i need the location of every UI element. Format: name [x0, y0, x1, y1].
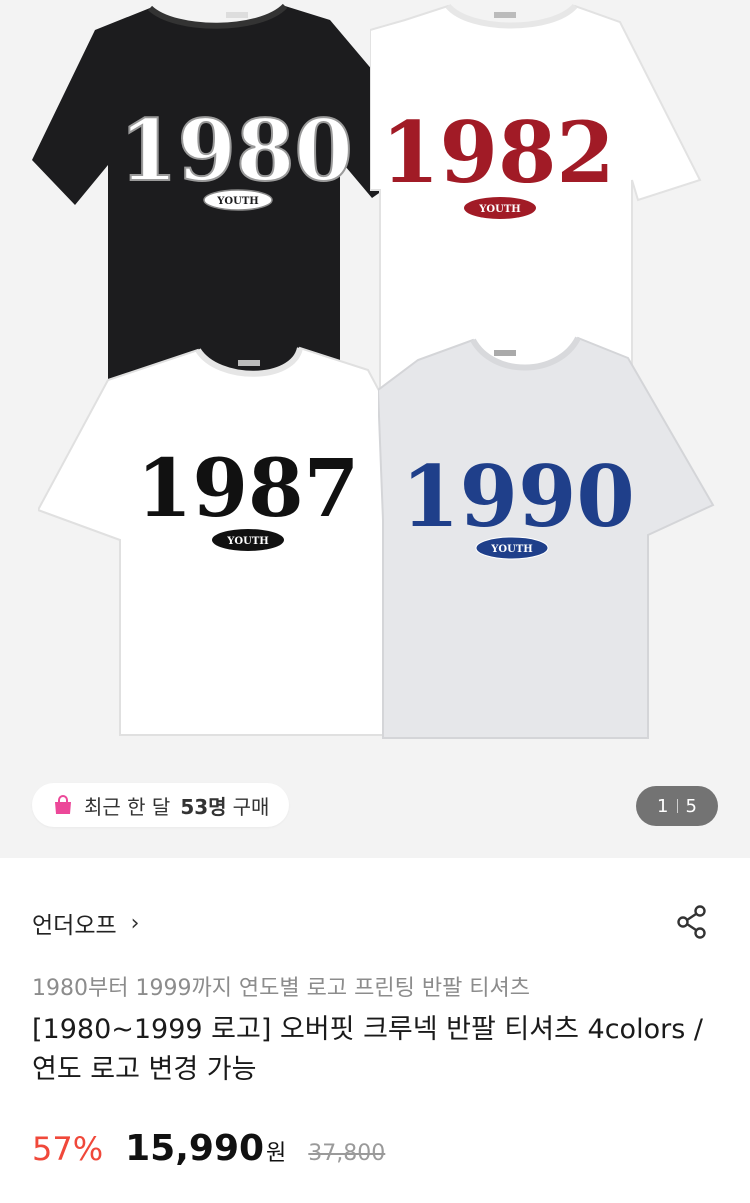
print-year: 1990 [401, 447, 635, 546]
purchase-badge-suffix: 구매 [232, 794, 270, 819]
print-year: 1982 [381, 103, 615, 202]
pager-divider [676, 799, 678, 813]
share-icon [677, 905, 706, 939]
original-price: 37,800 [308, 1141, 386, 1166]
product-title: [1980~1999 로고] 오버핏 크루넥 반팔 티셔츠 4colors / … [32, 1014, 703, 1085]
share-button[interactable] [672, 902, 712, 942]
image-pager[interactable]: 1 5 [636, 786, 718, 826]
print-badge: YOUTH [226, 536, 268, 547]
sale-price-value: 15,990 [125, 1128, 265, 1169]
purchase-badge-prefix: 최근 한 달 [84, 794, 171, 819]
recent-purchase-badge: 최근 한 달 53명 구매 [32, 783, 290, 827]
brand-link[interactable]: 언더오프 › [32, 905, 139, 941]
print-year: 1980 [119, 101, 353, 200]
product-subtitle: 1980부터 1999까지 연도별 로고 프린팅 반팔 티셔츠 [32, 976, 531, 1001]
price-row: 57% 15,990원 37,800 [32, 1128, 385, 1174]
brand-name: 언더오프 [32, 913, 117, 939]
sale-price: 15,990원 [125, 1128, 286, 1169]
product-image-gallery[interactable]: 1980 YOUTH 1982 YOUTH 1987 YOUTH 1990 YO… [0, 0, 750, 858]
purchase-count: 53명 [180, 794, 227, 819]
print-badge: YOUTH [216, 196, 258, 207]
chevron-right-icon: › [130, 910, 140, 936]
shopping-bag-icon [55, 795, 71, 814]
pager-total: 5 [685, 795, 697, 817]
print-badge: YOUTH [490, 544, 532, 555]
discount-rate: 57% [32, 1130, 104, 1168]
print-badge: YOUTH [478, 204, 520, 215]
currency-unit: 원 [266, 1141, 287, 1166]
print-year: 1987 [137, 441, 360, 535]
tshirt-image-1990: 1990 YOUTH [378, 336, 715, 739]
pager-current: 1 [657, 795, 669, 817]
